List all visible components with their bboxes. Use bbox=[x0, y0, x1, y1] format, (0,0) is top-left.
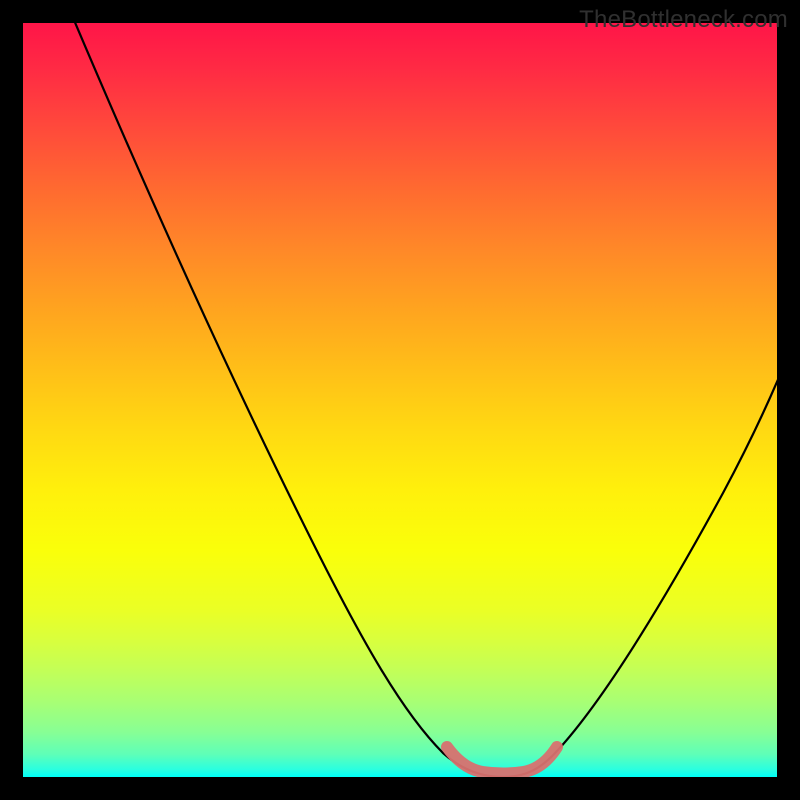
curve-layer bbox=[23, 23, 777, 777]
gradient-plot-area bbox=[23, 23, 777, 777]
optimal-band-marker bbox=[447, 747, 557, 774]
attribution-label: TheBottleneck.com bbox=[579, 6, 788, 34]
bottleneck-curve bbox=[71, 23, 777, 777]
chart-canvas: TheBottleneck.com bbox=[0, 0, 800, 800]
